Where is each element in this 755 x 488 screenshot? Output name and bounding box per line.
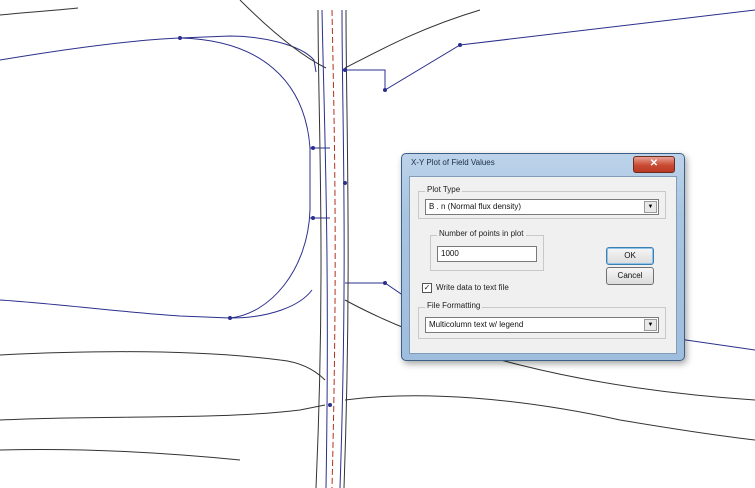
- plot-type-value: B . n (Normal flux density): [429, 202, 522, 211]
- close-button[interactable]: ✕: [633, 156, 675, 173]
- contour-left-dome: [0, 35, 317, 73]
- write-data-label[interactable]: Write data to text file: [436, 283, 509, 292]
- plot-type-select[interactable]: B . n (Normal flux density) ▼: [425, 199, 659, 215]
- close-icon: ✕: [649, 158, 659, 169]
- file-formatting-value: Multicolumn text w/ legend: [429, 320, 524, 329]
- num-points-value: 1000: [441, 249, 459, 258]
- node-marker: [458, 43, 462, 47]
- channel-centerline: [331, 9, 336, 488]
- file-formatting-label: File Formatting: [425, 301, 483, 310]
- num-points-group: Number of points in plot 1000: [430, 229, 544, 271]
- contour-left-cap: [179, 37, 311, 319]
- chevron-down-icon[interactable]: ▼: [644, 319, 657, 331]
- dialog-title: X-Y Plot of Field Values: [411, 158, 495, 167]
- node-marker: [383, 88, 387, 92]
- node-marker: [343, 68, 347, 72]
- node-marker: [178, 36, 182, 40]
- dialog-body: Plot Type B . n (Normal flux density) ▼ …: [409, 176, 677, 354]
- boundary-top-arc: [239, 0, 327, 69]
- xy-plot-dialog: X-Y Plot of Field Values ✕ Plot Type B .…: [401, 153, 685, 361]
- cancel-button[interactable]: Cancel: [606, 267, 654, 285]
- plot-type-group: Plot Type B . n (Normal flux density) ▼: [418, 185, 666, 219]
- node-marker: [228, 316, 232, 320]
- node-marker: [328, 403, 332, 407]
- channel-wall-right: [339, 9, 345, 488]
- boundary-top-right: [344, 9, 481, 69]
- num-points-label: Number of points in plot: [437, 229, 526, 238]
- file-formatting-group: File Formatting Multicolumn text w/ lege…: [418, 301, 666, 339]
- channel-wall-left: [321, 9, 328, 488]
- node-marker: [311, 146, 315, 150]
- node-marker: [311, 216, 315, 220]
- node-marker: [343, 181, 347, 185]
- boundary-lower-2: [0, 404, 326, 421]
- boundary-lower-4: [344, 395, 755, 441]
- node-marker: [383, 281, 387, 285]
- boundary-lower-1: [0, 351, 326, 381]
- dialog-titlebar[interactable]: X-Y Plot of Field Values ✕: [402, 154, 684, 176]
- boundary-top-left: [0, 7, 79, 16]
- channel-outer-left: [315, 9, 322, 488]
- contour-right-top: [345, 9, 755, 91]
- chevron-down-icon[interactable]: ▼: [644, 201, 657, 213]
- file-formatting-select[interactable]: Multicolumn text w/ legend ▼: [425, 317, 659, 333]
- write-data-checkbox[interactable]: ✓: [422, 283, 432, 293]
- num-points-input[interactable]: 1000: [437, 246, 537, 262]
- ok-button[interactable]: OK: [606, 247, 654, 265]
- plot-type-label: Plot Type: [425, 185, 463, 194]
- boundary-lower-5: [0, 448, 241, 461]
